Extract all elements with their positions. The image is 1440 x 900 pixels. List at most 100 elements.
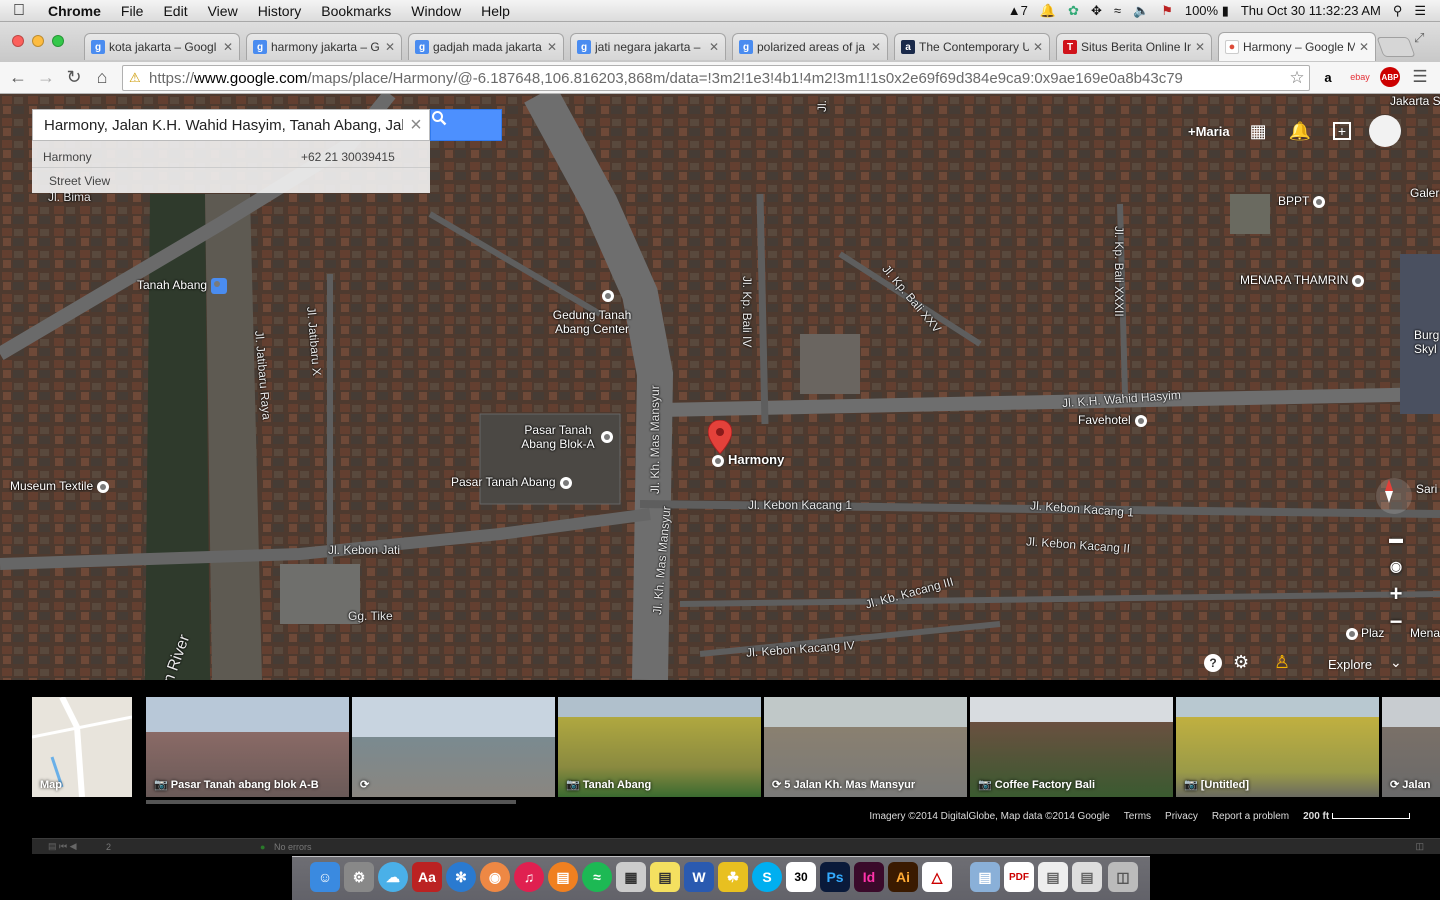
system-preferences-icon[interactable]: ⚙ bbox=[344, 862, 374, 892]
shopping-icon[interactable] bbox=[601, 431, 613, 443]
chrome-icon[interactable]: ◉ bbox=[480, 862, 510, 892]
atm-icon[interactable] bbox=[602, 290, 614, 302]
word-icon[interactable]: W bbox=[684, 862, 714, 892]
google-plus-profile-link[interactable]: +Maria bbox=[1188, 124, 1230, 139]
tab-gadjah-mada[interactable]: g gadjah mada jakarta ✕ bbox=[408, 33, 564, 60]
pdf-document-icon[interactable]: PDF bbox=[1004, 862, 1034, 892]
dictionary-icon[interactable]: Aa bbox=[412, 862, 442, 892]
chrome-menu-icon[interactable]: ☰ bbox=[1410, 67, 1430, 87]
close-tab-icon[interactable]: ✕ bbox=[547, 40, 557, 54]
tab-jati-negara[interactable]: g jati negara jakarta – ✕ bbox=[570, 33, 726, 60]
privacy-link[interactable]: Privacy bbox=[1165, 811, 1198, 822]
amazon-extension-icon[interactable]: a bbox=[1318, 67, 1338, 87]
vuze-icon[interactable]: ☘ bbox=[718, 862, 748, 892]
tilt-icon[interactable]: ▬ bbox=[1382, 524, 1410, 552]
stickies-icon[interactable]: ▤ bbox=[650, 862, 680, 892]
spotlight-icon[interactable]: ⚲ bbox=[1393, 3, 1403, 19]
menu-help[interactable]: Help bbox=[471, 3, 520, 19]
notification-center-icon[interactable]: ☰ bbox=[1414, 3, 1426, 19]
devtools-dock-icon[interactable]: ◫ bbox=[1415, 841, 1424, 852]
satellite-map[interactable]: Jakarta S Jl. Bima Jl. Tanah Abang Jl. J… bbox=[0, 94, 1440, 680]
map-label-galer[interactable]: Galer bbox=[1410, 186, 1439, 200]
zoom-in-button[interactable]: + bbox=[1382, 580, 1410, 608]
street-view-link[interactable]: Street View bbox=[49, 174, 110, 188]
zoom-out-button[interactable]: − bbox=[1382, 608, 1410, 636]
ibooks-icon[interactable]: ▤ bbox=[548, 862, 578, 892]
map-label-menara-thamrin[interactable]: MENARA THAMRIN bbox=[1240, 273, 1365, 287]
indesign-icon[interactable]: Id bbox=[854, 862, 884, 892]
chevron-down-icon[interactable]: ⌄ bbox=[1390, 654, 1402, 671]
pegman-icon[interactable]: ♙ bbox=[1274, 652, 1290, 673]
thumbnail-pasar-tanah-abang[interactable]: 📷 Pasar Tanah abang blok A-B bbox=[146, 697, 349, 797]
tab-harmony-google-maps[interactable]: ● Harmony – Google M ✕ bbox=[1218, 32, 1376, 61]
map-label-pasar-tanah-abang[interactable]: Pasar Tanah Abang bbox=[451, 475, 572, 489]
apple-menu-icon[interactable]:  bbox=[0, 2, 38, 20]
thumbnail-coffee-factory[interactable]: 📷 Coffee Factory Bali bbox=[970, 697, 1173, 797]
wifi-icon[interactable]: ≈ bbox=[1114, 3, 1121, 18]
map-label-favehotel[interactable]: Favehotel bbox=[1078, 413, 1147, 427]
tab-polarized-areas[interactable]: g polarized areas of ja ✕ bbox=[732, 33, 888, 60]
close-tab-icon[interactable]: ✕ bbox=[385, 40, 395, 54]
map-label-pasar-blok-a[interactable]: Pasar Tanah Abang Blok-A bbox=[518, 423, 598, 451]
map-label-tanah-abang-station[interactable]: Tanah Abang bbox=[137, 278, 228, 294]
spotify-icon[interactable]: ≈ bbox=[582, 862, 612, 892]
tab-harmony-jakarta[interactable]: g harmony jakarta – G ✕ bbox=[246, 33, 402, 60]
messages-icon[interactable]: ☁ bbox=[378, 862, 408, 892]
map-label-gedung-tanah-abang[interactable]: Gedung Tanah Abang Center bbox=[550, 308, 634, 336]
explore-toggle[interactable]: Explore bbox=[1328, 657, 1372, 672]
reload-icon[interactable]: ↻ bbox=[60, 67, 88, 88]
avatar[interactable] bbox=[1369, 115, 1401, 147]
map-label-bppt[interactable]: BPPT bbox=[1278, 194, 1326, 208]
sync-icon[interactable]: ✿ bbox=[1068, 3, 1079, 19]
thumbnail-tanah-abang[interactable]: 📷 Tanah Abang bbox=[558, 697, 761, 797]
my-location-icon[interactable]: ◉ bbox=[1382, 552, 1410, 580]
finder-icon[interactable]: ☺ bbox=[310, 862, 340, 892]
zoom-window-button[interactable] bbox=[52, 35, 64, 47]
menu-app-chrome[interactable]: Chrome bbox=[38, 3, 111, 19]
help-icon[interactable]: ? bbox=[1204, 654, 1222, 672]
menu-window[interactable]: Window bbox=[401, 3, 471, 19]
volume-icon[interactable]: 🔈 bbox=[1133, 3, 1149, 19]
fullscreen-icon[interactable]: ⤢ bbox=[1414, 30, 1424, 46]
terms-link[interactable]: Terms bbox=[1124, 811, 1151, 822]
thumbnail-jalan[interactable]: ⟳ Jalan bbox=[1382, 697, 1440, 797]
notification-bell-icon[interactable]: 🔔 bbox=[1040, 3, 1056, 19]
thumbnail-street-view[interactable]: ⟳ bbox=[352, 697, 555, 797]
adblock-plus-icon[interactable]: ABP bbox=[1380, 67, 1400, 87]
close-tab-icon[interactable]: ✕ bbox=[223, 40, 233, 54]
skype-icon[interactable]: S bbox=[752, 862, 782, 892]
battery-status[interactable]: 100% ▮ bbox=[1185, 3, 1229, 19]
tab-contemporary[interactable]: a The Contemporary U ✕ bbox=[894, 33, 1050, 60]
map-label-jakarta[interactable]: Jakarta S bbox=[1390, 94, 1440, 108]
thumbnail-untitled[interactable]: 📷 [Untitled] bbox=[1176, 697, 1379, 797]
close-tab-icon[interactable]: ✕ bbox=[871, 40, 881, 54]
bluetooth-icon[interactable]: ✥ bbox=[1091, 3, 1102, 19]
calendar-icon[interactable]: 30 bbox=[786, 862, 816, 892]
adobe-updater-icon[interactable]: ▲7 bbox=[1008, 3, 1028, 18]
minimize-window-button[interactable] bbox=[32, 35, 44, 47]
map-label-museum-textile[interactable]: Museum Textile bbox=[10, 479, 110, 493]
place-summary[interactable]: Harmony +62 21 30039415 bbox=[43, 150, 423, 164]
scale-bar[interactable]: 200 ft bbox=[1303, 811, 1410, 822]
clock[interactable]: Thu Oct 30 11:32:23 AM bbox=[1241, 3, 1381, 18]
map-label-burg[interactable]: Burg bbox=[1414, 328, 1439, 342]
thumbnail-mas-mansyur[interactable]: ⟳ 5 Jalan Kh. Mas Mansyur bbox=[764, 697, 967, 797]
close-tab-icon[interactable]: ✕ bbox=[709, 40, 719, 54]
carousel-scrollbar[interactable] bbox=[146, 800, 516, 804]
photoshop-icon[interactable]: Ps bbox=[820, 862, 850, 892]
back-arrow-icon[interactable]: ← bbox=[4, 67, 32, 88]
thumbnail-map[interactable]: Map bbox=[32, 697, 132, 797]
share-plus-icon[interactable]: + bbox=[1333, 122, 1351, 140]
itunes-icon[interactable]: ♫ bbox=[514, 862, 544, 892]
close-tab-icon[interactable]: ✕ bbox=[1359, 40, 1369, 54]
document-stack-icon[interactable]: ▤ bbox=[1038, 862, 1068, 892]
close-window-button[interactable] bbox=[12, 35, 24, 47]
map-label-sari[interactable]: Sari bbox=[1416, 482, 1437, 496]
map-label-mena[interactable]: Mena bbox=[1410, 626, 1440, 640]
clear-search-icon[interactable]: × bbox=[403, 114, 429, 137]
close-tab-icon[interactable]: ✕ bbox=[1033, 40, 1043, 54]
menu-edit[interactable]: Edit bbox=[153, 3, 197, 19]
ebay-extension-icon[interactable]: ebay bbox=[1350, 67, 1370, 87]
map-search-input[interactable]: Harmony, Jalan K.H. Wahid Hasyim, Tanah … bbox=[32, 109, 430, 141]
menu-history[interactable]: History bbox=[248, 3, 312, 19]
